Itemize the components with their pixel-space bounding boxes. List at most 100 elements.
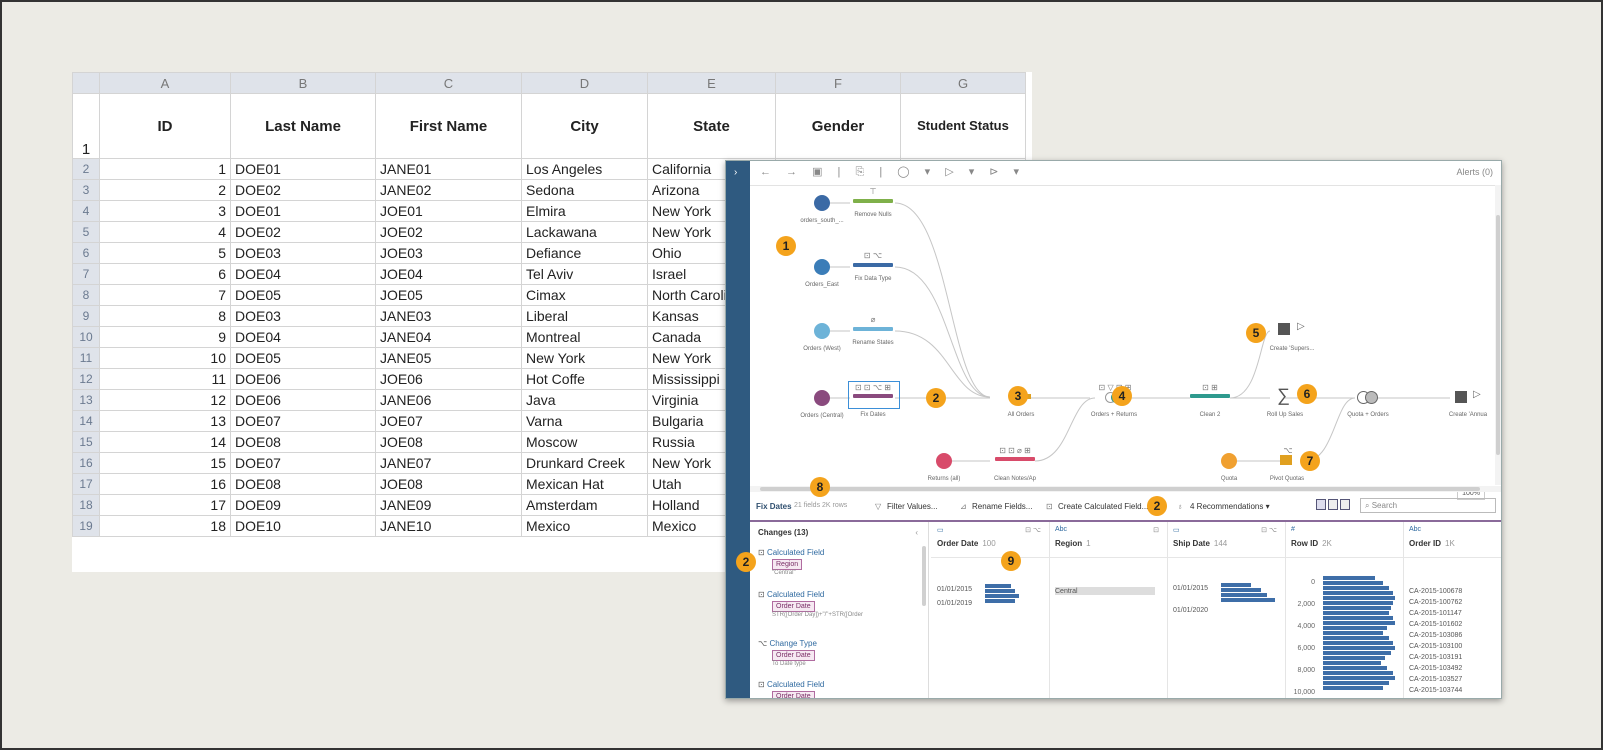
cell-first-name[interactable]: JOE06 xyxy=(375,368,522,390)
calc-icon[interactable]: ⊡ xyxy=(1046,502,1053,511)
create-calculated-field-button[interactable]: Create Calculated Field... xyxy=(1058,502,1148,511)
cell-first-name[interactable]: JOE05 xyxy=(375,284,522,306)
field-menu-icons[interactable]: ⊡ ⌥ xyxy=(1261,526,1277,534)
cell-first-name[interactable]: JOE02 xyxy=(375,221,522,243)
histogram-bar[interactable] xyxy=(985,599,1015,603)
value-label[interactable]: CA-2015-103744 xyxy=(1409,687,1462,694)
row-number[interactable]: 1 xyxy=(72,93,100,159)
row-number[interactable]: 19 xyxy=(72,515,100,537)
profile-view-icon[interactable] xyxy=(1316,499,1326,510)
cell-city[interactable]: Sedona xyxy=(521,179,648,201)
cell-id[interactable]: 11 xyxy=(99,368,231,390)
column-header[interactable]: E xyxy=(647,72,776,94)
cell-city[interactable]: Amsterdam xyxy=(521,494,648,516)
histogram-bar[interactable] xyxy=(1323,656,1385,660)
cell-city[interactable]: Cimax xyxy=(521,284,648,306)
cell-id[interactable]: 4 xyxy=(99,221,231,243)
cell-city[interactable]: Liberal xyxy=(521,305,648,327)
cell-last-name[interactable]: DOE03 xyxy=(230,305,376,327)
histogram-bar[interactable] xyxy=(1323,591,1393,595)
cell-city[interactable]: Varna xyxy=(521,410,648,432)
side-panel-bar[interactable]: › xyxy=(726,161,750,698)
field-pill[interactable]: Region xyxy=(772,559,803,570)
cell-first-name[interactable]: JANE07 xyxy=(375,452,522,474)
histogram-bar[interactable] xyxy=(1323,616,1393,620)
cell-first-name[interactable]: JOE07 xyxy=(375,410,522,432)
cell-id[interactable]: 1 xyxy=(99,158,231,180)
alerts-link[interactable]: Alerts (0) xyxy=(1456,167,1493,177)
profile-card-row-id[interactable]: # Row ID 2K 0 2,000 4,000 6,000 8,000 10,… xyxy=(1285,522,1404,698)
run-icon[interactable]: ▷ xyxy=(1473,389,1481,400)
histogram-bar[interactable] xyxy=(1323,586,1389,590)
row-number[interactable]: 2 xyxy=(72,158,100,180)
histogram-bar[interactable] xyxy=(1221,598,1275,602)
cell-city[interactable]: Defiance xyxy=(521,242,648,264)
cell-first-name[interactable]: JOE01 xyxy=(375,200,522,222)
cell-first-name[interactable]: JANE09 xyxy=(375,494,522,516)
cell-first-name[interactable]: JANE01 xyxy=(375,158,522,180)
value-label[interactable]: CA-2015-103527 xyxy=(1409,676,1462,683)
row-number[interactable]: 11 xyxy=(72,347,100,369)
change-item[interactable]: ⊡ Calculated Field Order Date xyxy=(758,680,918,698)
row-number[interactable]: 17 xyxy=(72,473,100,495)
value-label[interactable]: CA-2015-103086 xyxy=(1409,632,1462,639)
cell-id[interactable]: 8 xyxy=(99,305,231,327)
histogram-bar[interactable] xyxy=(1323,626,1387,630)
input-node-orders-central[interactable] xyxy=(814,390,830,406)
input-node-quota[interactable] xyxy=(1221,453,1237,469)
expand-icon[interactable]: › xyxy=(734,167,737,178)
cell-first-name[interactable]: JANE03 xyxy=(375,305,522,327)
cell-id[interactable]: 18 xyxy=(99,515,231,537)
flow-tools[interactable]: ← → ▣ | ⎘ | ◯ ▾ ▷ ▾ ⊳ ▾ xyxy=(760,165,1025,179)
run-icon[interactable]: ▷ xyxy=(1297,321,1305,332)
cell-first-name[interactable]: JANE10 xyxy=(375,515,522,537)
row-number[interactable]: 16 xyxy=(72,452,100,474)
header-cell-id[interactable]: ID xyxy=(99,93,231,159)
clean-step-clean-notes[interactable] xyxy=(995,457,1035,461)
cell-first-name[interactable]: JANE05 xyxy=(375,347,522,369)
cell-id[interactable]: 9 xyxy=(99,326,231,348)
cell-city[interactable]: Mexico xyxy=(521,515,648,537)
header-cell-first-name[interactable]: First Name xyxy=(375,93,522,159)
clean-step-clean-2[interactable] xyxy=(1190,394,1230,398)
cell-city[interactable]: Drunkard Creek xyxy=(521,452,648,474)
row-number[interactable]: 5 xyxy=(72,221,100,243)
histogram-bar[interactable] xyxy=(1323,681,1389,685)
canvas-vertical-scrollbar[interactable] xyxy=(1495,185,1501,485)
field-menu-icons[interactable]: ⊡ ⌥ xyxy=(1025,526,1041,534)
cell-city[interactable]: New York xyxy=(521,347,648,369)
row-number[interactable]: 12 xyxy=(72,368,100,390)
change-item[interactable]: ⊡ Calculated Field Order Date STR([Order… xyxy=(758,590,918,618)
histogram-bar[interactable] xyxy=(1323,676,1395,680)
cell-city[interactable]: Los Angeles xyxy=(521,158,648,180)
histogram-bar[interactable] xyxy=(1323,651,1391,655)
histogram-bar[interactable] xyxy=(1323,601,1393,605)
cell-city[interactable]: Java xyxy=(521,389,648,411)
filter-values-button[interactable]: Filter Values... xyxy=(887,502,938,511)
output-node[interactable] xyxy=(1455,391,1467,403)
data-view-icon[interactable] xyxy=(1340,499,1350,510)
cell-last-name[interactable]: DOE06 xyxy=(230,389,376,411)
cell-last-name[interactable]: DOE10 xyxy=(230,515,376,537)
cell-last-name[interactable]: DOE04 xyxy=(230,263,376,285)
row-number[interactable]: 13 xyxy=(72,389,100,411)
input-node-returns[interactable] xyxy=(936,453,952,469)
column-header[interactable]: A xyxy=(99,72,231,94)
cell-id[interactable]: 2 xyxy=(99,179,231,201)
field-name[interactable]: Row ID 2K xyxy=(1291,539,1332,548)
value-label[interactable]: CA-2015-100762 xyxy=(1409,599,1462,606)
input-node-orders-south[interactable] xyxy=(814,195,830,211)
value-label[interactable]: CA-2015-103492 xyxy=(1409,665,1462,672)
row-number[interactable]: 7 xyxy=(72,263,100,285)
flow-canvas[interactable]: orders_south_... Orders_East Orders (Wes… xyxy=(750,185,1495,500)
cell-id[interactable]: 6 xyxy=(99,263,231,285)
filter-icon[interactable]: ▽ xyxy=(875,502,881,511)
histogram-bar[interactable] xyxy=(1221,588,1261,592)
row-number[interactable]: 3 xyxy=(72,179,100,201)
header-cell-state[interactable]: State xyxy=(647,93,776,159)
row-number[interactable]: 10 xyxy=(72,326,100,348)
cell-id[interactable]: 14 xyxy=(99,431,231,453)
histogram-bar[interactable] xyxy=(1221,583,1251,587)
cell-first-name[interactable]: JOE08 xyxy=(375,431,522,453)
cell-first-name[interactable]: JANE02 xyxy=(375,179,522,201)
